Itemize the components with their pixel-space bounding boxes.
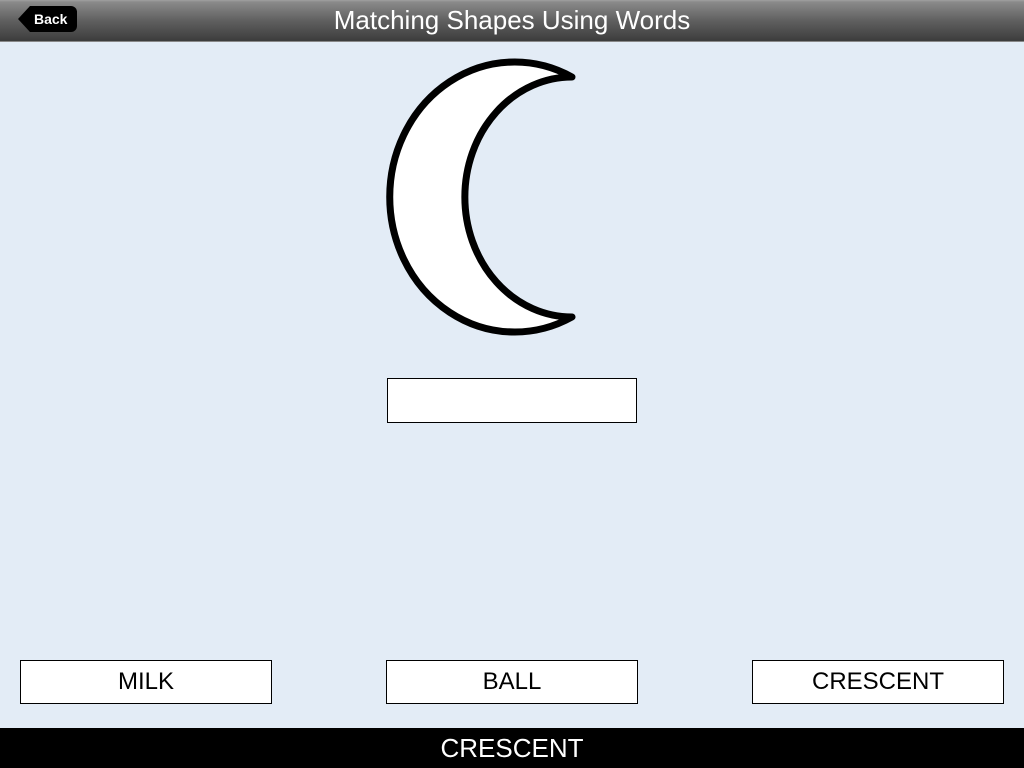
options-row: MILK BALL CRESCENT — [20, 660, 1004, 704]
footer-text: CRESCENT — [440, 733, 583, 764]
option-crescent[interactable]: CRESCENT — [752, 660, 1004, 704]
answer-input[interactable] — [387, 378, 637, 423]
back-arrow-icon — [18, 6, 30, 32]
back-button[interactable]: Back — [18, 6, 77, 32]
option-ball[interactable]: BALL — [386, 660, 638, 704]
crescent-icon — [382, 57, 642, 337]
option-milk[interactable]: MILK — [20, 660, 272, 704]
main-area: MILK BALL CRESCENT — [0, 42, 1024, 728]
shape-display — [0, 57, 1024, 337]
page-title: Matching Shapes Using Words — [0, 5, 1024, 36]
header-bar: Back Matching Shapes Using Words — [0, 0, 1024, 42]
back-button-label: Back — [30, 6, 77, 32]
footer-bar: CRESCENT — [0, 728, 1024, 768]
